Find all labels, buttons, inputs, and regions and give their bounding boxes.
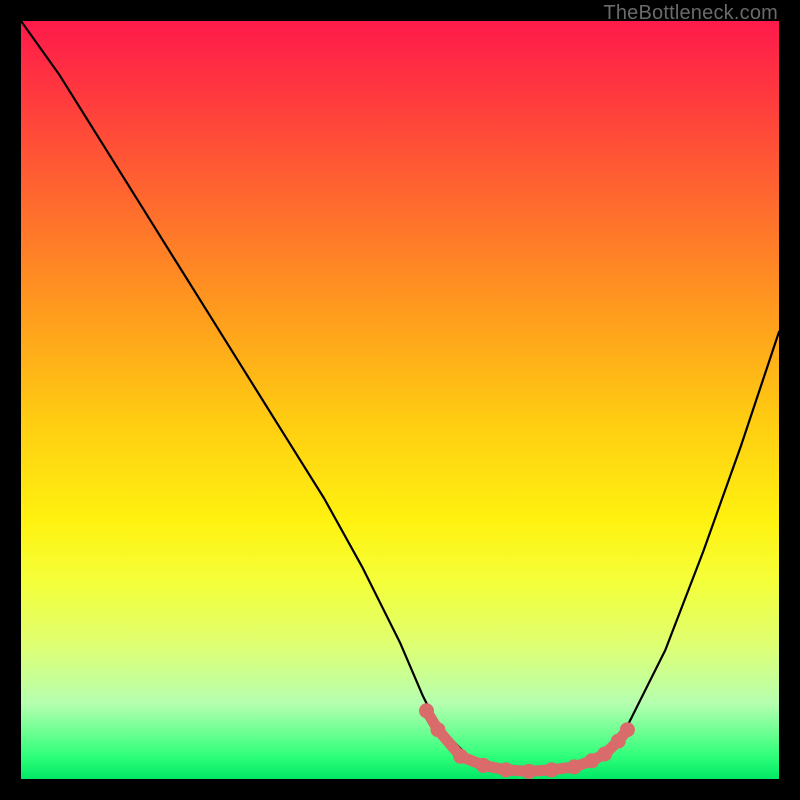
valley-marker-dot [597, 747, 612, 762]
chart-svg [21, 21, 779, 779]
valley-marker-dot [453, 749, 468, 764]
plot-area [21, 21, 779, 779]
valley-marker-dot [544, 762, 559, 777]
valley-marker-dot [430, 722, 445, 737]
valley-marker-dot [567, 759, 582, 774]
valley-marker-dot [419, 703, 434, 718]
valley-marker-dot [499, 762, 514, 777]
valley-marker-dot [620, 722, 635, 737]
valley-marker-dot [476, 758, 491, 773]
valley-marker-dot [584, 753, 599, 768]
chart-stage: TheBottleneck.com [0, 0, 800, 800]
valley-marker-dot [521, 764, 536, 779]
valley-markers [419, 703, 635, 779]
bottleneck-curve [21, 21, 779, 771]
